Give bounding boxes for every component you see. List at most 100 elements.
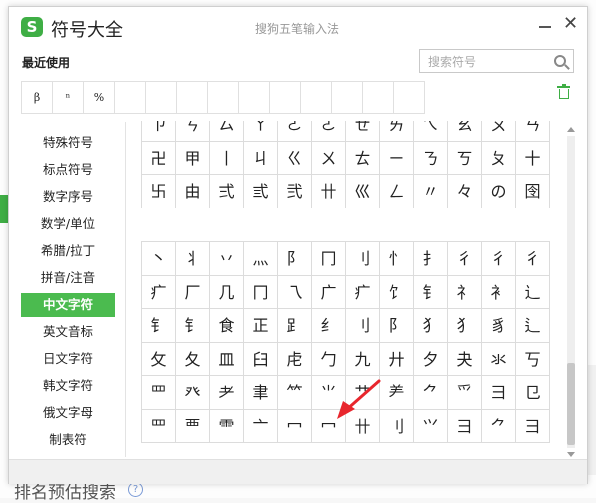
recent-symbol[interactable] [270, 82, 301, 113]
symbol-cell[interactable]: 广 [312, 275, 346, 309]
symbol-cell[interactable]: 豸 [482, 309, 516, 343]
scrollbar[interactable] [566, 127, 576, 457]
symbol-cell[interactable]: ⻊ [278, 309, 312, 343]
symbol-cell[interactable]: ⺮ [278, 376, 312, 410]
symbol-cell[interactable]: 丷 [210, 242, 244, 276]
recent-symbol[interactable] [332, 82, 363, 113]
symbol-cell[interactable]: 亠 [244, 409, 278, 443]
symbol-cell[interactable]: 巛 [346, 175, 380, 208]
symbol-cell[interactable]: 艹 [346, 376, 380, 410]
symbol-cell[interactable]: 聿 [244, 376, 278, 410]
symbol-cell[interactable]: 十 [516, 141, 550, 175]
symbol-cell[interactable]: 厂 [176, 275, 210, 309]
sidebar-item[interactable]: 日文字符 [21, 347, 115, 371]
symbol-cell[interactable]: 丶 [142, 242, 176, 276]
symbol-cell[interactable]: 廾 [380, 342, 414, 376]
symbol-cell[interactable]: 癶 [176, 376, 210, 410]
recent-symbol[interactable] [115, 82, 146, 113]
symbol-cell[interactable]: ⺶ [380, 376, 414, 410]
title-bar[interactable]: S 符号大全 搜狗五笔输入法 ✕ [9, 7, 587, 47]
minimize-button[interactable] [539, 17, 553, 35]
symbol-cell[interactable]: 卐 [142, 175, 176, 208]
symbol-cell[interactable]: 弐 [278, 175, 312, 208]
search-icon[interactable] [554, 55, 566, 67]
symbol-cell[interactable]: 皿 [210, 342, 244, 376]
recent-symbol[interactable] [239, 82, 270, 113]
symbol-cell[interactable]: 臼 [244, 342, 278, 376]
symbol-cell[interactable]: 卄 [312, 175, 346, 208]
recent-symbol[interactable] [177, 82, 208, 113]
symbol-cell[interactable]: 勹 [312, 342, 346, 376]
symbol-cell[interactable]: 々 [448, 175, 482, 208]
symbol-cell[interactable]: 礻 [448, 275, 482, 309]
symbol-cell[interactable]: 忄 [380, 242, 414, 276]
symbol-cell[interactable]: 灬 [244, 242, 278, 276]
sidebar-item[interactable]: 标点符号 [21, 158, 115, 182]
symbol-cell[interactable]: 九 [346, 342, 380, 376]
symbol-cell[interactable]: ⺕ [516, 409, 550, 443]
symbol-cell[interactable]: ⺕ [448, 409, 482, 443]
sidebar-item[interactable]: 韩文字符 [21, 374, 115, 398]
symbol-cell[interactable]: ㄍ [278, 141, 312, 175]
symbol-cell[interactable]: の [482, 175, 516, 208]
symbol-cell[interactable]: ⺈ [482, 409, 516, 443]
sidebar-item[interactable]: 数学/单位 [21, 212, 115, 236]
symbol-cell[interactable]: 冂 [244, 275, 278, 309]
symbol-cell[interactable]: 罒 [142, 376, 176, 410]
symbol-cell[interactable]: 卍 [142, 141, 176, 175]
symbol-cell[interactable]: 钅 [176, 309, 210, 343]
symbol-cell[interactable]: 几 [210, 275, 244, 309]
sidebar-item[interactable]: 英文音标 [21, 320, 115, 344]
symbol-cell[interactable]: 弎 [244, 175, 278, 208]
symbol-cell[interactable]: ㄥ [380, 175, 414, 208]
sidebar-item[interactable]: 希腊/拉丁 [21, 239, 115, 263]
sidebar-item[interactable]: 数字序号 [21, 185, 115, 209]
recent-symbol[interactable] [301, 82, 332, 113]
symbol-cell[interactable]: 夂 [176, 342, 210, 376]
symbol-cell[interactable]: 饣 [380, 275, 414, 309]
symbol-cell[interactable]: ㄎ [448, 141, 482, 175]
symbol-cell[interactable]: ⻍ [516, 309, 550, 343]
symbol-cell[interactable]: 犭 [448, 309, 482, 343]
recent-symbol[interactable] [394, 82, 425, 113]
trash-icon[interactable] [557, 84, 570, 99]
search-box[interactable] [419, 49, 574, 73]
symbol-cell[interactable]: ⺍ [414, 409, 448, 443]
symbol-cell[interactable]: 罒 [142, 409, 176, 443]
symbol-cell[interactable]: 乁 [278, 275, 312, 309]
symbol-cell[interactable]: 刂 [346, 242, 380, 276]
symbol-cell[interactable]: ⺉ [380, 409, 414, 443]
symbol-cell[interactable]: ㄐ [244, 141, 278, 175]
symbol-cell[interactable]: 疒 [142, 275, 176, 309]
scroll-up-icon[interactable] [567, 127, 575, 132]
symbol-cell[interactable]: 犭 [414, 309, 448, 343]
scroll-down-icon[interactable] [567, 452, 575, 457]
symbol-cell[interactable]: ㄆ [482, 141, 516, 175]
symbol-cell[interactable]: 钅 [414, 275, 448, 309]
symbol-cell[interactable]: ⺈ [414, 376, 448, 410]
symbol-cell[interactable]: 衤 [482, 275, 516, 309]
symbol-cell[interactable]: ⻗ [210, 409, 244, 443]
symbol-cell[interactable]: ㄠ [448, 121, 482, 142]
recent-symbol[interactable] [146, 82, 177, 113]
symbol-cell[interactable]: 〃 [414, 175, 448, 208]
close-button[interactable]: ✕ [563, 14, 578, 34]
symbol-cell[interactable]: 耂 [210, 376, 244, 410]
symbol-cell[interactable]: 食 [210, 309, 244, 343]
symbol-cell[interactable]: 虍 [278, 342, 312, 376]
symbol-cell[interactable]: 冂 [312, 242, 346, 276]
symbol-cell[interactable]: 丂 [516, 342, 550, 376]
symbol-cell[interactable]: 正 [244, 309, 278, 343]
symbol-cell[interactable]: 冖 [312, 409, 346, 443]
sidebar-item[interactable]: 俄文字母 [21, 401, 115, 425]
symbol-cell[interactable]: ⺤ [448, 376, 482, 410]
symbol-cell[interactable]: 冖 [278, 409, 312, 443]
search-input[interactable] [426, 51, 550, 73]
symbol-cell[interactable]: 攵 [142, 342, 176, 376]
symbol-cell[interactable]: 夬 [448, 342, 482, 376]
scroll-thumb[interactable] [567, 363, 575, 445]
symbol-cell[interactable]: ㄧ [380, 141, 414, 175]
symbol-cell[interactable]: ㄢ [516, 121, 550, 142]
symbol-cell[interactable]: ㄊ [346, 141, 380, 175]
symbol-cell[interactable]: 扌 [414, 242, 448, 276]
